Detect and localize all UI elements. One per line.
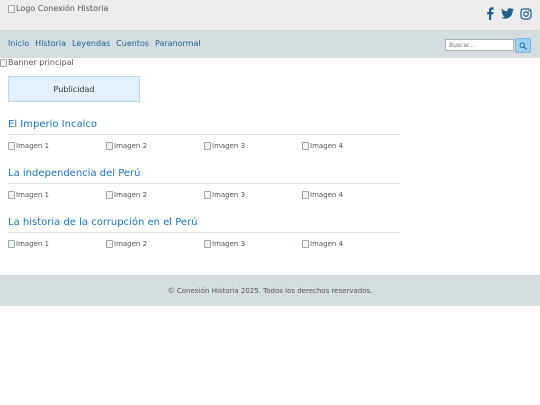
gallery-image[interactable]: Imagen 1 xyxy=(8,191,49,199)
section-title-incas: El Imperio Incaico xyxy=(8,119,97,130)
gallery-image[interactable]: Imagen 1 xyxy=(8,142,49,150)
nav-item-inicio[interactable]: Inicio xyxy=(8,39,29,48)
broken-image-icon xyxy=(8,142,15,150)
instagram-icon[interactable] xyxy=(520,7,532,20)
image-alt-text: Imagen 3 xyxy=(212,191,246,199)
broken-image-icon xyxy=(106,142,113,150)
gallery-image[interactable]: Imagen 4 xyxy=(302,191,343,199)
image-alt-text: Imagen 2 xyxy=(114,142,148,150)
image-alt-text: Imagen 2 xyxy=(114,191,148,199)
broken-image-icon xyxy=(8,240,15,248)
top-header: Logo Conexión Historia xyxy=(0,0,540,30)
image-alt-text: Imagen 3 xyxy=(212,240,246,248)
image-alt-text: Imagen 2 xyxy=(114,240,148,248)
gallery-image[interactable]: Imagen 2 xyxy=(106,142,147,150)
broken-image-icon xyxy=(8,191,15,199)
facebook-icon[interactable] xyxy=(485,7,495,20)
nav-item-historia[interactable]: Historia xyxy=(35,39,66,48)
nav-item-cuentos[interactable]: Cuentos xyxy=(116,39,149,48)
broken-image-icon xyxy=(8,4,15,13)
nav-item-leyendas[interactable]: Leyendas xyxy=(72,39,110,48)
broken-image-icon xyxy=(302,142,309,150)
broken-image-icon xyxy=(302,191,309,199)
image-alt-text: Imagen 4 xyxy=(310,240,344,248)
search-input[interactable] xyxy=(445,39,514,51)
nav-item-paranormal[interactable]: Paranormal xyxy=(155,39,201,48)
section-title-independencia: La independencia del Perú xyxy=(8,168,141,179)
site-logo[interactable]: Logo Conexión Historia xyxy=(8,4,108,13)
broken-image-icon xyxy=(106,240,113,248)
ad-label: Publicidad xyxy=(53,84,95,94)
section-divider xyxy=(8,232,400,233)
section-title-corrupcion: La historia de la corrupción en el Perú xyxy=(8,217,198,228)
search-icon xyxy=(519,42,527,50)
site-footer: © Conexión Historia 2025. Todos los dere… xyxy=(0,275,540,306)
section-divider xyxy=(8,183,400,184)
gallery-image[interactable]: Imagen 4 xyxy=(302,240,343,248)
twitter-icon[interactable] xyxy=(501,8,514,19)
image-alt-text: Imagen 1 xyxy=(16,240,50,248)
gallery-image[interactable]: Imagen 3 xyxy=(204,191,245,199)
image-alt-text: Imagen 4 xyxy=(310,142,344,150)
broken-image-icon xyxy=(204,142,211,150)
image-alt-text: Imagen 1 xyxy=(16,191,50,199)
broken-image-icon xyxy=(0,58,7,67)
gallery-image[interactable]: Imagen 1 xyxy=(8,240,49,248)
social-links xyxy=(485,7,532,20)
nav-menu: Inicio Historia Leyendas Cuentos Paranor… xyxy=(8,39,201,48)
gallery-image[interactable]: Imagen 3 xyxy=(204,240,245,248)
broken-image-icon xyxy=(204,191,211,199)
gallery-image[interactable]: Imagen 2 xyxy=(106,191,147,199)
broken-image-icon xyxy=(106,191,113,199)
main-banner: Banner principal xyxy=(0,58,74,67)
section-divider xyxy=(8,134,400,135)
gallery-image[interactable]: Imagen 4 xyxy=(302,142,343,150)
image-alt-text: Imagen 1 xyxy=(16,142,50,150)
broken-image-icon xyxy=(302,240,309,248)
image-alt-text: Imagen 4 xyxy=(310,191,344,199)
gallery-image[interactable]: Imagen 2 xyxy=(106,240,147,248)
footer-copyright: © Conexión Historia 2025. Todos los dere… xyxy=(167,286,373,295)
search-button[interactable] xyxy=(515,38,531,53)
logo-alt-text: Logo Conexión Historia xyxy=(16,4,109,13)
ad-box[interactable]: Publicidad xyxy=(8,76,140,102)
gallery-image[interactable]: Imagen 3 xyxy=(204,142,245,150)
image-alt-text: Imagen 3 xyxy=(212,142,246,150)
broken-image-icon xyxy=(204,240,211,248)
banner-alt-text: Banner principal xyxy=(8,58,74,67)
